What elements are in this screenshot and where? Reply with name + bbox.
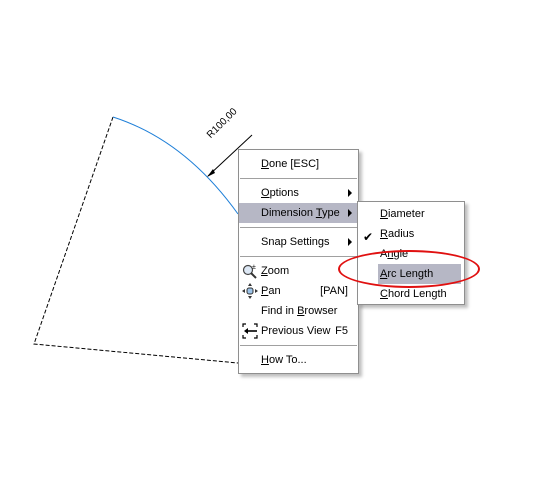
pan-icon [242,283,258,299]
submenu-arrow-icon [348,189,352,197]
dimension-type-submenu: Diameter ✔ Radius Angle Arc Length Chord… [357,201,465,305]
shortcut-previous-view: F5 [335,325,348,337]
zoom-icon: ± [242,264,257,279]
submenu-arrow-icon [348,238,352,246]
submenu-item-arc-length[interactable]: Arc Length [378,264,461,284]
submenu-item-angle[interactable]: Angle [358,244,464,264]
submenu-item-radius[interactable]: ✔ Radius [358,224,464,244]
menu-item-how-to[interactable]: How To... [239,350,358,370]
menu-separator [240,345,357,346]
context-menu: Done [ESC] Options Dimension Type Snap S… [238,149,359,374]
submenu-item-diameter[interactable]: Diameter [358,204,464,224]
menu-separator [240,227,357,228]
menu-item-pan[interactable]: Pan [PAN] [239,281,358,301]
previous-view-icon [242,323,258,339]
menu-item-zoom[interactable]: ± Zoom [239,261,358,281]
menu-item-previous-view[interactable]: Previous View F5 [239,321,358,341]
menu-item-find-in-browser[interactable]: Find in Browser [239,301,358,321]
svg-text:±: ± [252,264,256,271]
submenu-item-chord-length[interactable]: Chord Length [358,284,464,304]
menu-item-snap-settings[interactable]: Snap Settings [239,232,358,252]
menu-item-dimension-type[interactable]: Dimension Type [239,203,358,223]
submenu-arrow-icon [348,209,352,217]
sector-outline [33,116,239,364]
menu-separator [240,256,357,257]
shortcut-pan: [PAN] [320,285,348,297]
menu-item-done[interactable]: Done [ESC] [239,154,358,174]
menu-item-options[interactable]: Options [239,183,358,203]
menu-separator [240,178,357,179]
